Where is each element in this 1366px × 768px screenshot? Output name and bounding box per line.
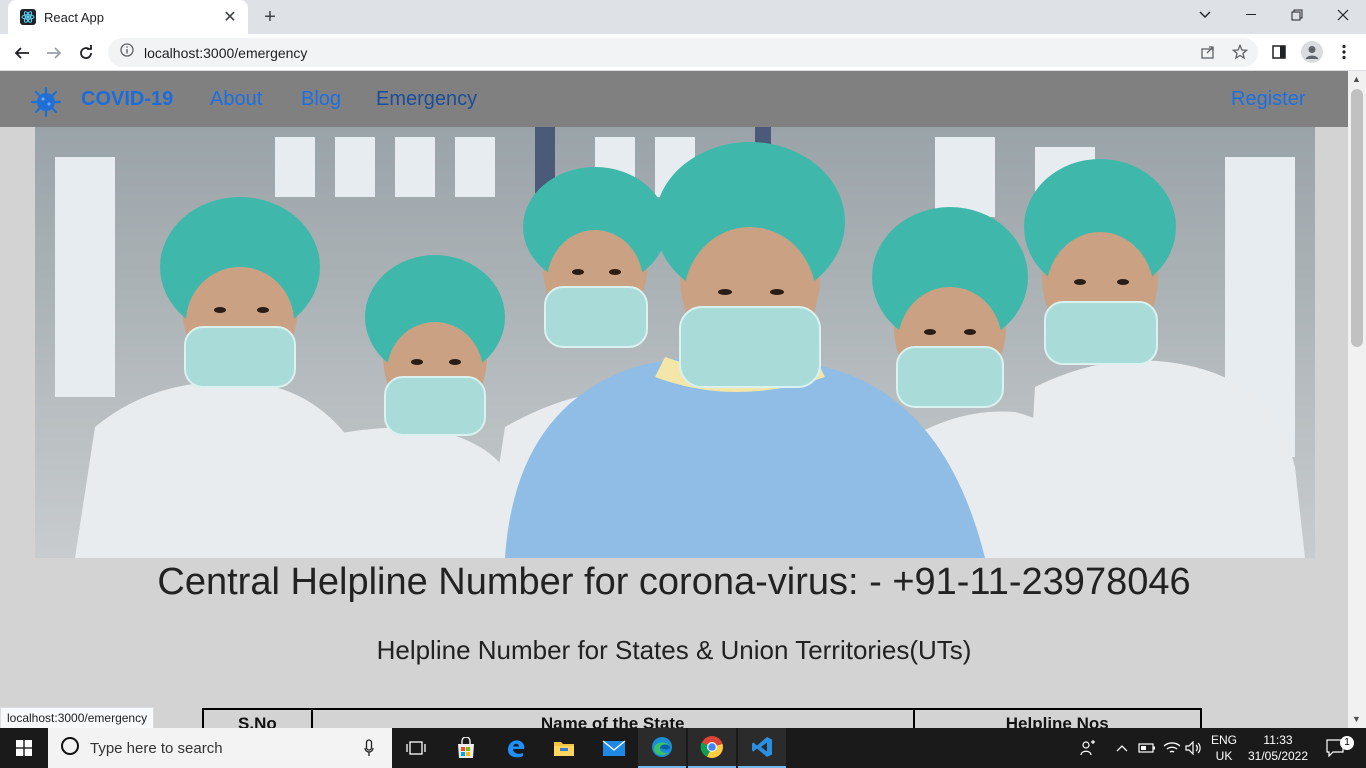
state-helpline-heading: Helpline Number for States & Union Terri… bbox=[376, 635, 972, 665]
browser-tab-bar: React App ✕ + bbox=[0, 0, 1366, 34]
address-bar[interactable]: localhost:3000/emergency bbox=[108, 38, 1258, 67]
share-icon[interactable] bbox=[1194, 38, 1222, 66]
hero-image bbox=[35, 127, 1315, 558]
clock-time: 11:33 bbox=[1263, 733, 1293, 747]
taskbar-clock[interactable]: 11:33 31/05/2022 bbox=[1244, 732, 1312, 764]
volume-icon[interactable] bbox=[1184, 728, 1204, 768]
cortana-search-icon bbox=[60, 736, 80, 761]
virus-logo-icon[interactable] bbox=[30, 86, 62, 118]
browser-tab[interactable]: React App ✕ bbox=[8, 0, 248, 34]
back-button[interactable] bbox=[8, 39, 36, 67]
show-hidden-icons-icon[interactable] bbox=[1112, 728, 1132, 768]
vscode-icon[interactable] bbox=[738, 728, 786, 768]
react-favicon-icon bbox=[20, 9, 36, 25]
table-header-helpline: Helpline Nos bbox=[912, 708, 1202, 728]
notification-center-icon[interactable]: 1 bbox=[1318, 728, 1354, 768]
browser-menu-icon[interactable] bbox=[1330, 38, 1358, 66]
restore-button[interactable] bbox=[1274, 0, 1320, 30]
close-window-button[interactable] bbox=[1320, 0, 1366, 30]
chrome-icon[interactable] bbox=[688, 728, 736, 768]
bookmark-star-icon[interactable] bbox=[1226, 38, 1254, 66]
status-url-tooltip: localhost:3000/emergency bbox=[0, 707, 155, 729]
table-header-sno: S.No bbox=[202, 708, 313, 728]
microphone-icon[interactable] bbox=[364, 739, 374, 762]
battery-icon[interactable] bbox=[1136, 728, 1158, 768]
windows-taskbar: Type here to search ENG UK 11:33 31/05/2… bbox=[0, 728, 1366, 768]
wifi-icon[interactable] bbox=[1160, 728, 1184, 768]
register-link[interactable]: Register bbox=[1231, 88, 1305, 111]
taskbar-search-box[interactable]: Type here to search bbox=[48, 728, 392, 768]
new-tab-button[interactable]: + bbox=[258, 5, 282, 29]
input-language-indicator[interactable]: ENG UK bbox=[1206, 732, 1242, 764]
nav-link-blog[interactable]: Blog bbox=[301, 88, 341, 111]
minimize-button[interactable] bbox=[1228, 0, 1274, 30]
site-navbar: COVID-19 About Blog Emergency Register bbox=[0, 71, 1348, 127]
helpline-table: S.No Name of the State Helpline Nos bbox=[202, 708, 1202, 728]
profile-avatar-icon[interactable] bbox=[1298, 38, 1326, 66]
page-scrollbar[interactable]: ▲ ▼ bbox=[1348, 71, 1366, 728]
tab-search-icon[interactable] bbox=[1182, 0, 1228, 30]
store-icon[interactable] bbox=[442, 728, 490, 768]
nav-link-emergency[interactable]: Emergency bbox=[376, 88, 477, 111]
scroll-up-icon[interactable]: ▲ bbox=[1352, 74, 1361, 84]
notification-badge: 1 bbox=[1340, 736, 1354, 750]
page-content: COVID-19 About Blog Emergency Register C… bbox=[0, 71, 1348, 728]
brand-link[interactable]: COVID-19 bbox=[81, 88, 173, 111]
tab-title: React App bbox=[44, 9, 104, 25]
search-placeholder: Type here to search bbox=[90, 739, 223, 757]
side-panel-icon[interactable] bbox=[1265, 38, 1293, 66]
clock-date: 31/05/2022 bbox=[1247, 749, 1309, 763]
mail-icon[interactable] bbox=[590, 728, 638, 768]
browser-toolbar: localhost:3000/emergency bbox=[0, 34, 1366, 71]
language-code: ENG bbox=[1210, 733, 1237, 747]
file-explorer-icon[interactable] bbox=[540, 728, 588, 768]
forward-button[interactable] bbox=[40, 39, 68, 67]
keyboard-region: UK bbox=[1215, 749, 1233, 763]
edge-icon[interactable] bbox=[638, 728, 686, 768]
central-helpline-heading: Central Helpline Number for corona-virus… bbox=[157, 561, 1191, 603]
windows-start-icon[interactable] bbox=[0, 728, 48, 768]
people-icon[interactable] bbox=[1074, 728, 1102, 768]
scroll-down-icon[interactable]: ▼ bbox=[1352, 714, 1361, 724]
reload-button[interactable] bbox=[72, 39, 100, 67]
edge-legacy-icon[interactable] bbox=[492, 728, 540, 768]
tab-close-icon[interactable]: ✕ bbox=[220, 7, 240, 27]
table-header-state: Name of the State bbox=[310, 708, 915, 728]
nav-link-about[interactable]: About bbox=[210, 88, 262, 111]
site-info-icon[interactable] bbox=[120, 43, 134, 62]
task-view-icon[interactable] bbox=[392, 728, 440, 768]
url-text: localhost:3000/emergency bbox=[144, 44, 308, 61]
scroll-thumb[interactable] bbox=[1351, 89, 1363, 347]
